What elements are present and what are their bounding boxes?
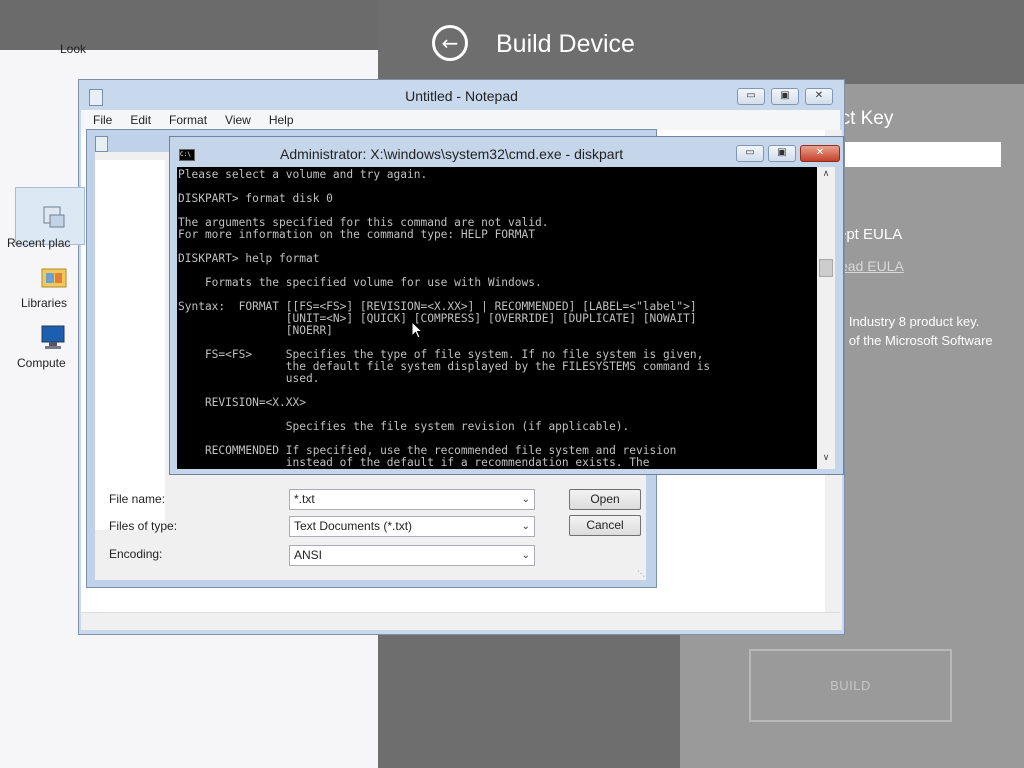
chevron-down-icon[interactable]: ⌄	[522, 490, 530, 509]
encoding-label: Encoding:	[109, 547, 163, 561]
place-label: Compute	[17, 356, 66, 370]
cmd-icon: C:\	[179, 149, 195, 161]
computer-icon	[41, 325, 65, 349]
file-type-label: Files of type:	[109, 519, 178, 533]
places-bar	[95, 160, 165, 530]
encoding-select[interactable]: ANSI ⌄	[289, 545, 535, 566]
menu-format[interactable]: Format	[157, 110, 213, 127]
minimize-button[interactable]: ▭	[736, 145, 764, 162]
scroll-thumb[interactable]	[819, 259, 833, 277]
file-type-value: Text Documents (*.txt)	[294, 519, 413, 533]
console-text: Please select a volume and try again. DI…	[178, 168, 711, 469]
menu-bar: File Edit Format View Help	[81, 110, 840, 130]
description-line: d Industry 8 product key.	[838, 314, 980, 329]
place-computer[interactable]: Compute	[10, 323, 80, 370]
menu-view[interactable]: View	[213, 110, 257, 127]
minimize-button[interactable]: ▭	[737, 88, 765, 105]
file-type-select[interactable]: Text Documents (*.txt) ⌄	[289, 516, 535, 537]
place-label: Recent plac	[7, 236, 71, 250]
product-key-input[interactable]	[826, 142, 1001, 167]
recent-places-icon	[43, 206, 65, 228]
page-title: Build Device	[496, 30, 635, 58]
cancel-button[interactable]: Cancel	[569, 515, 641, 536]
place-libraries[interactable]: Libraries	[10, 263, 80, 310]
description-line: e of the Microsoft Software	[838, 333, 993, 348]
build-button[interactable]: BUILD	[749, 649, 952, 722]
product-key-description: d Industry 8 product key. e of the Micro…	[838, 312, 993, 350]
place-label: Libraries	[21, 296, 68, 310]
file-name-label: File name:	[109, 492, 166, 506]
left-header-band	[0, 0, 378, 50]
read-eula-link[interactable]: ead EULA	[840, 258, 904, 274]
menu-help[interactable]: Help	[257, 110, 300, 127]
chevron-down-icon[interactable]: ⌄	[522, 517, 530, 536]
vertical-scrollbar[interactable]: ∧ ∨	[817, 167, 835, 469]
open-button[interactable]: Open	[569, 489, 641, 510]
menu-file[interactable]: File	[81, 110, 118, 127]
accept-eula-label[interactable]: ept EULA	[838, 226, 902, 243]
file-name-value: *.txt	[294, 492, 315, 506]
notepad-title: Untitled - Notepad	[405, 88, 518, 104]
cmd-title: Administrator: X:\windows\system32\cmd.e…	[280, 146, 624, 162]
dialog-icon	[95, 136, 108, 152]
horizontal-scrollbar[interactable]	[81, 612, 840, 630]
mouse-cursor-icon	[411, 321, 423, 339]
close-button[interactable]: ✕	[800, 145, 840, 162]
cmd-window: C:\ Administrator: X:\windows\system32\c…	[169, 136, 844, 475]
scroll-up-icon[interactable]: ∧	[817, 169, 835, 183]
file-name-input[interactable]: *.txt ⌄	[289, 489, 535, 510]
libraries-icon	[41, 268, 67, 288]
place-recent[interactable]: Recent plac	[7, 203, 80, 250]
maximize-button[interactable]: ▣	[768, 145, 796, 162]
scroll-down-icon[interactable]: ∨	[817, 453, 835, 467]
console-output[interactable]: Please select a volume and try again. DI…	[177, 167, 817, 469]
chevron-down-icon[interactable]: ⌄	[522, 546, 530, 565]
look-in-label: Look	[60, 42, 87, 56]
close-button[interactable]: ✕	[805, 88, 833, 105]
encoding-value: ANSI	[294, 548, 323, 562]
resize-grip-icon[interactable]: ⋱	[637, 569, 647, 579]
maximize-button[interactable]: ▣	[771, 88, 799, 105]
menu-edit[interactable]: Edit	[118, 110, 157, 127]
back-arrow-icon[interactable]: ←	[432, 25, 468, 61]
